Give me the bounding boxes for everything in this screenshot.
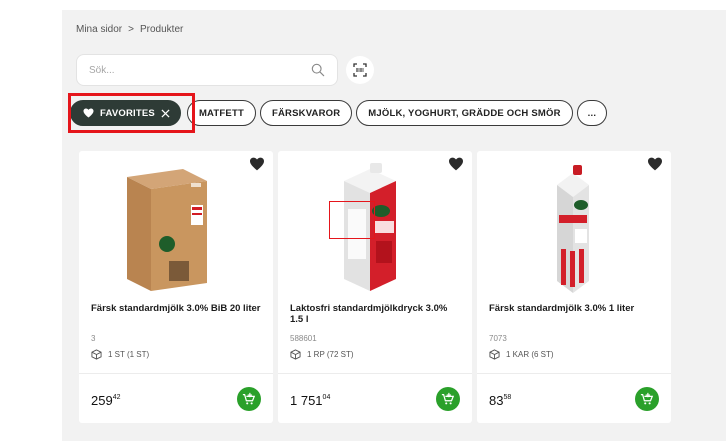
search-input[interactable]: [89, 64, 311, 76]
add-to-cart-icon: [640, 392, 654, 405]
product-pack-text: 1 RP (72 ST): [307, 350, 354, 359]
add-to-cart-icon: [242, 392, 256, 405]
product-card[interactable]: Färsk standardmjölk 3.0% 1 liter 7073 1 …: [477, 151, 671, 423]
price-decimals: 04: [322, 393, 331, 401]
product-name[interactable]: Färsk standardmjölk 3.0% 1 liter: [489, 303, 659, 314]
product-pack-info: 1 ST (1 ST): [91, 349, 149, 360]
product-article-number: 588601: [290, 334, 317, 343]
close-icon[interactable]: [161, 108, 170, 118]
product-price: 1 75104: [290, 393, 330, 408]
scan-button[interactable]: [346, 56, 374, 84]
filter-chips: FAVORITES MATFETT FÄRSKVAROR MJÖLK, YOGH…: [70, 100, 608, 126]
add-to-cart-button[interactable]: [436, 387, 460, 411]
chip-matfett[interactable]: MATFETT: [186, 100, 256, 126]
product-pack-info: 1 RP (72 ST): [290, 349, 354, 360]
favorites-chip-label: FAVORITES: [100, 107, 155, 119]
add-to-cart-button[interactable]: [237, 387, 261, 411]
product-pack-text: 1 KAR (6 ST): [506, 350, 554, 359]
product-article-number: 3: [91, 334, 96, 343]
chip-more[interactable]: ...: [576, 100, 608, 126]
product-image-laktosfri-carton: [344, 163, 396, 291]
breadcrumb-link-mina-sidor[interactable]: Mina sidor: [76, 24, 122, 35]
price-main: 259: [91, 393, 113, 408]
package-icon: [290, 349, 301, 360]
price-decimals: 42: [112, 393, 121, 401]
product-pack-text: 1 ST (1 ST): [108, 350, 150, 359]
add-to-cart-button[interactable]: [635, 387, 659, 411]
card-divider: [278, 373, 472, 374]
package-icon: [91, 349, 102, 360]
product-price: 25942: [91, 393, 121, 408]
product-name[interactable]: Laktosfri standardmjölkdryck 3.0% 1.5 l: [290, 303, 460, 325]
price-decimals: 58: [503, 393, 512, 401]
breadcrumb: Mina sidor > Produkter: [76, 24, 183, 35]
product-image-bib-box: [127, 169, 207, 291]
product-card[interactable]: Färsk standardmjölk 3.0% BiB 20 liter 3 …: [79, 151, 273, 423]
heart-icon: [83, 108, 94, 118]
product-name[interactable]: Färsk standardmjölk 3.0% BiB 20 liter: [91, 303, 261, 314]
price-main: 1 751: [290, 393, 323, 408]
barcode-scan-icon: [353, 63, 367, 77]
price-main: 83: [489, 393, 504, 408]
product-price: 8358: [489, 393, 511, 408]
card-divider: [477, 373, 671, 374]
product-article-number: 7073: [489, 334, 507, 343]
package-icon: [489, 349, 500, 360]
product-card[interactable]: Laktosfri standardmjölkdryck 3.0% 1.5 l …: [278, 151, 472, 423]
search-box: [76, 54, 338, 86]
product-pack-info: 1 KAR (6 ST): [489, 349, 554, 360]
chip-mjolk-yoghurt-gradde-smor[interactable]: MJÖLK, YOGHURT, GRÄDDE OCH SMÖR: [356, 100, 573, 126]
breadcrumb-separator: >: [128, 24, 134, 35]
breadcrumb-current: Produkter: [139, 24, 184, 35]
chip-farskvaror[interactable]: FÄRSKVAROR: [259, 100, 353, 126]
search-icon[interactable]: [311, 63, 325, 77]
product-image-standardmjolk-carton: [557, 165, 589, 293]
favorites-chip[interactable]: FAVORITES: [70, 100, 181, 126]
add-to-cart-icon: [441, 392, 455, 405]
card-divider: [79, 373, 273, 374]
